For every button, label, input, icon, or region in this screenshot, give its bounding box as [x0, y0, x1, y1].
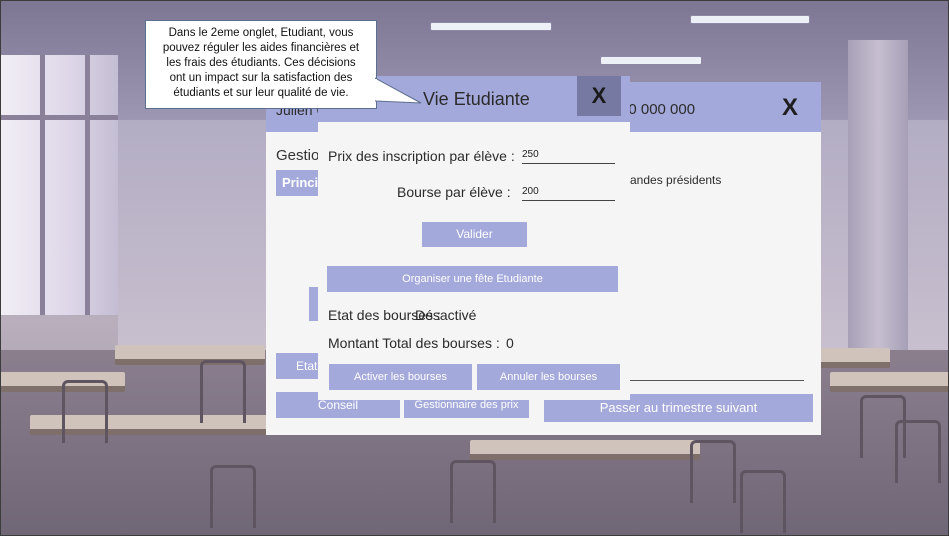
tooltip-line: pouvez réguler les aides financières et	[162, 42, 360, 54]
demandes-text: mandes présidents	[620, 173, 722, 187]
grant-input[interactable]	[522, 186, 615, 201]
dialog-close-button[interactable]: X	[577, 76, 621, 116]
grant-label: Bourse par élève :	[397, 184, 511, 200]
tooltip-tail	[375, 77, 422, 104]
tuition-input[interactable]	[522, 149, 615, 164]
validate-button[interactable]: Valider	[422, 222, 527, 247]
tooltip-line: ont un impact sur la satisfaction des	[169, 72, 353, 84]
tutorial-tooltip: Dans le 2eme onglet, Etudiant, vous pouv…	[145, 20, 377, 109]
grants-total-value: 0	[506, 335, 514, 351]
dialog-title: Vie Etudiante	[423, 89, 530, 109]
grants-total-label: Montant Total des bourses :	[328, 335, 500, 351]
tooltip-line: les frais des étudiants. Ces décisions	[166, 57, 356, 69]
tooltip-line: étudiants et sur leur qualité de vie.	[173, 87, 349, 99]
grants-state-value: Désactivé	[415, 307, 477, 323]
tuition-label: Prix des inscription par élève :	[328, 148, 515, 164]
tooltip-line: Dans le 2eme onglet, Etudiant, vous	[168, 27, 354, 39]
student-party-button[interactable]: Organiser une fête Etudiante	[327, 266, 618, 292]
divider-line	[630, 380, 804, 381]
activate-grants-button[interactable]: Activer les bourses	[329, 364, 472, 390]
cancel-grants-button[interactable]: Annuler les bourses	[477, 364, 620, 390]
main-close-button[interactable]: X	[776, 94, 804, 122]
budget-amount: 50 000 000	[620, 101, 696, 118]
student-life-dialog: Vie Etudiante X Prix des inscription par…	[318, 76, 630, 400]
